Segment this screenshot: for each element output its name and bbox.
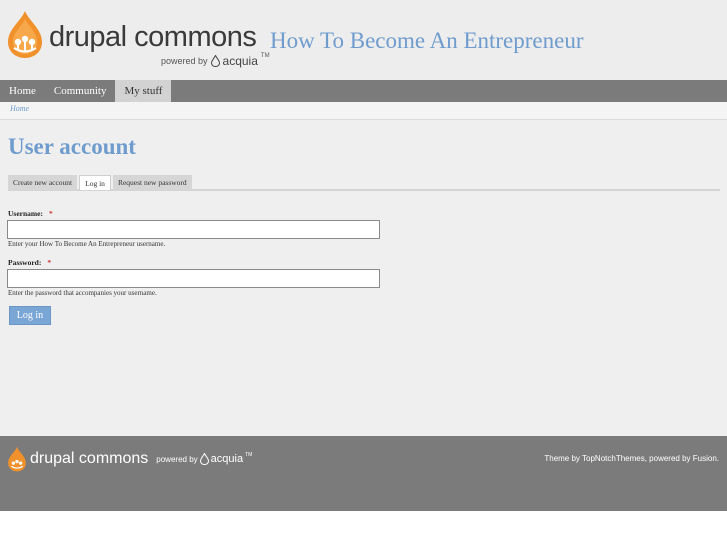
primary-nav: Home Community My stuff — [0, 80, 727, 102]
logo-powered-by: powered by acquia TM — [161, 53, 270, 68]
footer-powered-by: powered by acquia TM — [156, 452, 253, 465]
required-marker: * — [49, 209, 53, 218]
nav-item-my-stuff[interactable]: My stuff — [115, 80, 172, 102]
password-description: Enter the password that accompanies your… — [8, 289, 157, 297]
credit-prefix: Theme by — [544, 454, 583, 463]
page-title: User account — [8, 134, 136, 159]
site-header: drupal commons powered by acquia TM How T… — [0, 0, 727, 80]
password-input[interactable] — [7, 269, 380, 288]
password-label-text: Password: — [8, 258, 42, 267]
tab-log-in[interactable]: Log in — [79, 175, 111, 190]
tab-request-new-password[interactable]: Request new password — [112, 175, 192, 190]
username-label: Username: * — [8, 209, 53, 218]
username-label-text: Username: — [8, 209, 43, 218]
username-description: Enter your How To Become An Entrepreneur… — [8, 240, 166, 248]
required-marker: * — [47, 258, 52, 267]
log-in-button[interactable]: Log in — [9, 306, 51, 325]
username-input[interactable] — [7, 220, 380, 239]
drupal-drop-icon — [8, 11, 42, 58]
footer-logo-text: drupal commons — [30, 450, 149, 467]
topnotchthemes-link[interactable]: TopNotchThemes — [582, 454, 645, 463]
site-footer: drupal commons powered by acquia TM Theme… — [0, 436, 727, 511]
acquia-label: acquia — [210, 453, 244, 465]
breadcrumb-bar: Home — [0, 102, 727, 120]
powered-by-label: powered by — [156, 454, 198, 464]
logo-text: drupal commons — [49, 21, 257, 53]
trademark-mark: TM — [260, 53, 270, 59]
powered-by-label: powered by — [161, 56, 208, 66]
tab-create-new-account[interactable]: Create new account — [8, 175, 78, 190]
breadcrumb-home-link[interactable]: Home — [10, 104, 29, 113]
credit-suffix: . — [716, 454, 719, 463]
drupal-drop-icon — [8, 447, 26, 472]
site-logo[interactable]: drupal commons powered by acquia TM — [6, 9, 270, 68]
credit-middle: , powered by — [644, 454, 693, 463]
nav-item-home[interactable]: Home — [0, 80, 45, 102]
acquia-drop-icon — [199, 453, 209, 465]
nav-item-community[interactable]: Community — [45, 80, 116, 102]
password-label: Password: * — [8, 258, 51, 267]
acquia-drop-icon — [210, 55, 220, 67]
page: drupal commons powered by acquia TM How T… — [0, 0, 727, 545]
acquia-label: acquia — [222, 54, 258, 68]
account-tabs: Create new account Log in Request new pa… — [8, 175, 720, 191]
footer-logo[interactable]: drupal commons powered by acquia TM — [7, 446, 252, 472]
trademark-mark: TM — [245, 452, 253, 458]
fusion-link[interactable]: Fusion — [693, 454, 717, 463]
main-content: User account Create new account Log in R… — [0, 120, 727, 436]
site-name[interactable]: How To Become An Entrepreneur — [270, 28, 584, 54]
footer-credit: Theme by TopNotchThemes, powered by Fusi… — [544, 454, 719, 463]
